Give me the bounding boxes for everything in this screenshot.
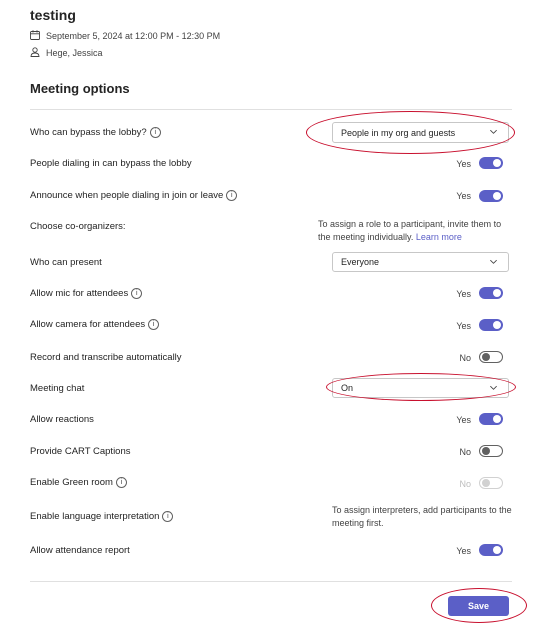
reactions-state: Yes: [456, 415, 471, 425]
present-value: Everyone: [341, 257, 380, 267]
meeting-datetime-row: September 5, 2024 at 12:00 PM - 12:30 PM: [30, 30, 220, 42]
record-toggle[interactable]: [479, 351, 503, 363]
camera-state: Yes: [456, 321, 471, 331]
info-icon[interactable]: i: [226, 190, 238, 201]
calendar-icon: [30, 30, 40, 42]
bypass-lobby-label: Who can bypass the lobby? i: [30, 127, 161, 138]
meeting-organizers-row: Hege, Jessica: [30, 47, 103, 59]
present-label: Who can present: [30, 257, 102, 268]
dial-bypass-toggle[interactable]: [479, 157, 503, 169]
info-icon[interactable]: i: [149, 127, 161, 138]
person-icon: [30, 47, 40, 59]
green-room-label: Enable Green room i: [30, 477, 127, 488]
footer-divider: [30, 581, 512, 582]
attendance-state: Yes: [456, 546, 471, 556]
green-room-toggle: [479, 477, 503, 489]
save-button[interactable]: Save: [448, 596, 509, 616]
chevron-down-icon: [489, 257, 498, 268]
mic-label: Allow mic for attendees i: [30, 288, 143, 299]
chat-value: On: [341, 383, 354, 393]
record-label: Record and transcribe automatically: [30, 352, 182, 363]
meeting-title: testing: [30, 7, 76, 23]
reactions-label: Allow reactions: [30, 414, 94, 425]
camera-toggle[interactable]: [479, 319, 503, 331]
cart-state: No: [459, 447, 471, 457]
mic-label-text: Allow mic for attendees: [30, 288, 129, 299]
attendance-label: Allow attendance report: [30, 545, 130, 556]
cart-label: Provide CART Captions: [30, 446, 131, 457]
dial-bypass-state: Yes: [456, 159, 471, 169]
section-divider: [30, 109, 512, 110]
green-room-label-text: Enable Green room: [30, 477, 113, 488]
mic-toggle[interactable]: [479, 287, 503, 299]
camera-label-text: Allow camera for attendees: [30, 319, 146, 330]
info-icon[interactable]: i: [162, 511, 174, 522]
coorganizers-label: Choose co-organizers:: [30, 221, 126, 232]
green-room-state: No: [459, 479, 471, 489]
attendance-toggle[interactable]: [479, 544, 503, 556]
chat-dropdown[interactable]: On: [332, 378, 509, 398]
chevron-down-icon: [489, 127, 498, 138]
info-icon[interactable]: i: [115, 477, 127, 488]
interpretation-label-text: Enable language interpretation: [30, 511, 160, 522]
learn-more-link[interactable]: Learn more: [416, 232, 462, 242]
info-icon[interactable]: i: [148, 319, 160, 330]
mic-state: Yes: [456, 289, 471, 299]
chat-label: Meeting chat: [30, 383, 85, 394]
announce-label-text: Announce when people dialing in join or …: [30, 190, 224, 201]
cart-toggle[interactable]: [479, 445, 503, 457]
announce-state: Yes: [456, 191, 471, 201]
present-dropdown[interactable]: Everyone: [332, 252, 509, 272]
announce-label: Announce when people dialing in join or …: [30, 190, 238, 201]
meeting-organizers: Hege, Jessica: [46, 48, 103, 58]
coorganizers-note: To assign a role to a participant, invit…: [318, 218, 508, 244]
chevron-down-icon: [489, 383, 498, 394]
announce-toggle[interactable]: [479, 190, 503, 202]
interpretation-note: To assign interpreters, add participants…: [332, 505, 512, 528]
meeting-datetime: September 5, 2024 at 12:00 PM - 12:30 PM: [46, 31, 221, 41]
bypass-lobby-label-text: Who can bypass the lobby?: [30, 127, 147, 138]
record-state: No: [459, 353, 471, 363]
camera-label: Allow camera for attendees i: [30, 319, 160, 330]
info-icon[interactable]: i: [131, 288, 143, 299]
bypass-lobby-dropdown[interactable]: People in my org and guests: [332, 122, 509, 143]
dial-bypass-label: People dialing in can bypass the lobby: [30, 158, 192, 169]
interpretation-label: Enable language interpretation i: [30, 511, 174, 522]
section-title: Meeting options: [30, 81, 130, 96]
coorganizers-note-text: To assign a role to a participant, invit…: [318, 219, 502, 242]
reactions-toggle[interactable]: [479, 413, 503, 425]
bypass-lobby-value: People in my org and guests: [341, 127, 456, 138]
